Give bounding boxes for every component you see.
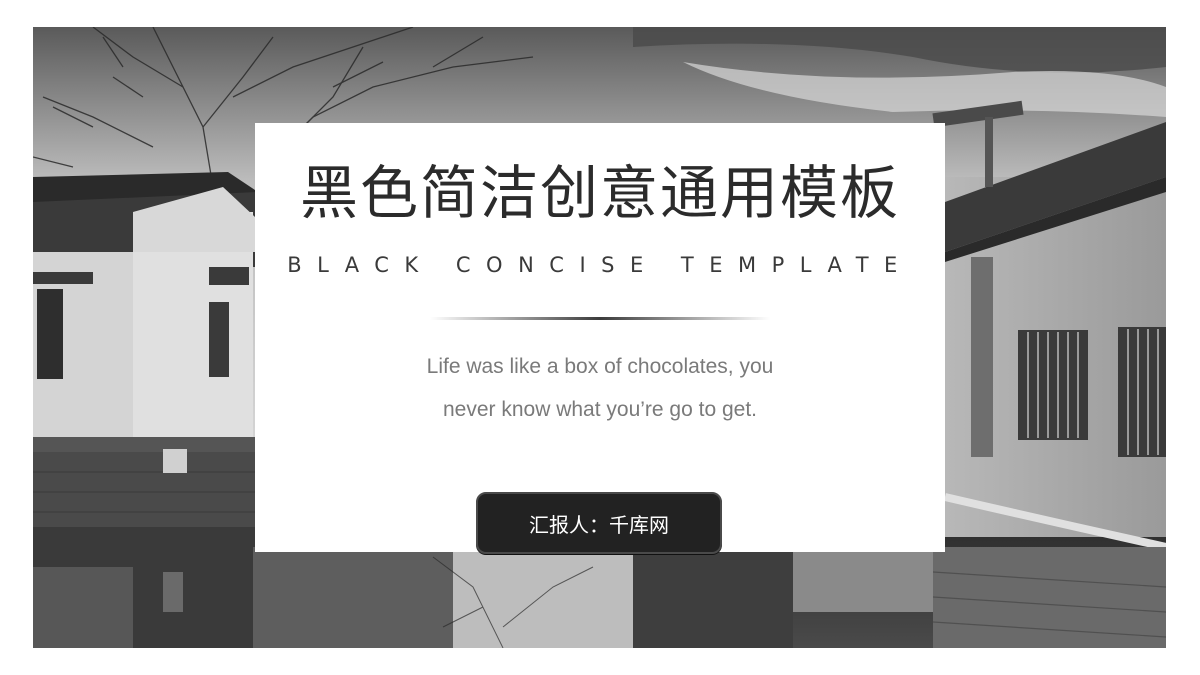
quote-line-1: Life was like a box of chocolates, you: [426, 355, 774, 378]
title-divider: [430, 317, 770, 320]
title-english: BLACK CONCISE TEMPLATE: [287, 253, 913, 277]
title-chinese: 黑色简洁创意通用模板: [299, 159, 900, 227]
quote-line-2: never know what you’re go to get.: [442, 398, 757, 421]
reporter-button[interactable]: 汇报人：千库网: [476, 492, 722, 554]
slide-canvas: 黑色简洁创意通用模板 BLACK CONCISE TEMPLATE Life w…: [0, 0, 1200, 675]
reporter-label: 汇报人：千库网: [529, 512, 669, 537]
